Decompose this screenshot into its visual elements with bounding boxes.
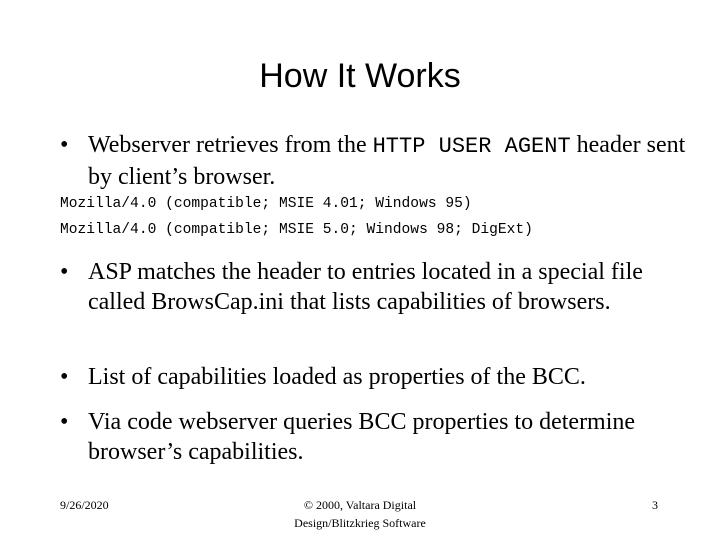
bullet-icon: • (60, 132, 69, 158)
footer-copyright: © 2000, Valtara Digital Design/Blitzkrie… (0, 496, 720, 532)
bullet-icon: • (60, 409, 69, 435)
bullet-item: • Via code webserver queries BCC propert… (60, 407, 690, 467)
bullet-text: List of capabilities loaded as propertie… (88, 364, 586, 390)
bullet-text: ASP matches the header to entries locate… (88, 259, 643, 315)
copyright-line: Design/Blitzkrieg Software (294, 516, 426, 530)
bullet-item: • List of capabilities loaded as propert… (60, 362, 690, 392)
bullet-icon: • (60, 259, 69, 285)
bullet-text: Webserver retrieves from the (88, 132, 373, 158)
copyright-line: © 2000, Valtara Digital (303, 498, 417, 512)
page-number: 3 (652, 498, 658, 512)
bullet-icon: • (60, 364, 69, 390)
bullet-item: • ASP matches the header to entries loca… (60, 257, 690, 317)
slide-title: How It Works (259, 57, 461, 95)
bullet-item: • Webserver retrieves from the HTTP USER… (60, 130, 690, 192)
user-agent-example: Mozilla/4.0 (compatible; MSIE 5.0; Windo… (60, 222, 533, 238)
code-term: HTTP USER AGENT (372, 134, 571, 159)
user-agent-example: Mozilla/4.0 (compatible; MSIE 4.01; Wind… (60, 196, 472, 212)
bullet-text: Via code webserver queries BCC propertie… (88, 409, 636, 465)
